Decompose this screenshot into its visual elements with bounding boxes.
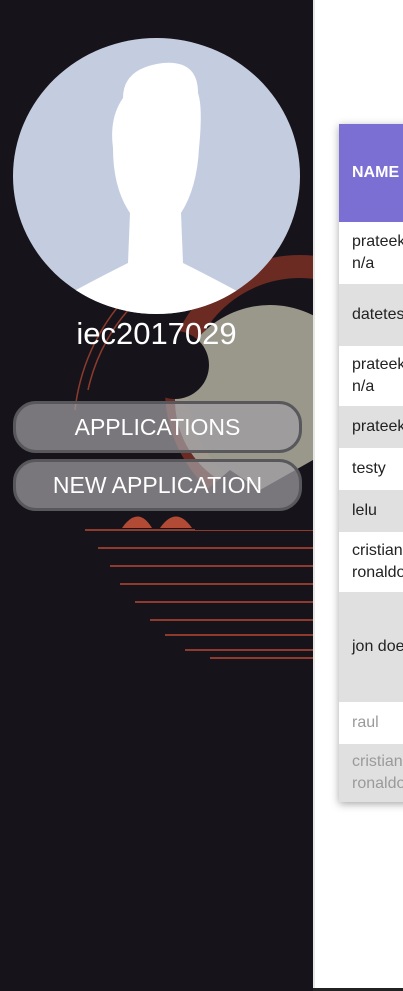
sidebar: iec2017029 APPLICATIONS NEW APPLICATION bbox=[0, 0, 313, 991]
name-cell-secondary: n/a bbox=[352, 378, 375, 395]
panel-divider bbox=[313, 0, 315, 991]
name-cell: raul bbox=[352, 714, 379, 731]
avatar bbox=[13, 38, 300, 314]
table-row[interactable]: prateek n/a bbox=[339, 346, 403, 406]
table-row[interactable]: lelu bbox=[339, 490, 403, 532]
applications-table: NAME prateek n/a datetest prateek n/a prat… bbox=[339, 124, 403, 802]
table-row[interactable]: cristiano ronaldo bbox=[339, 532, 403, 592]
column-header-name[interactable]: NAME bbox=[339, 124, 403, 222]
name-cell: lelu bbox=[352, 502, 377, 519]
name-cell-secondary: ronaldo bbox=[352, 564, 403, 581]
name-cell: jon doe bbox=[352, 638, 403, 655]
name-cell-secondary: ronaldo bbox=[352, 775, 403, 792]
user-silhouette-icon bbox=[58, 62, 253, 314]
table-row[interactable]: cristiano ronaldo bbox=[339, 744, 403, 802]
name-cell: prateek bbox=[352, 356, 403, 373]
name-cell: datetest bbox=[352, 306, 403, 323]
table-row[interactable]: raul bbox=[339, 702, 403, 744]
name-cell: prateek bbox=[352, 418, 403, 435]
name-cell: testy bbox=[352, 460, 386, 477]
table-row[interactable]: jon doe bbox=[339, 592, 403, 702]
name-cell: cristiano bbox=[352, 542, 403, 559]
table-row[interactable]: testy bbox=[339, 448, 403, 490]
table-row[interactable]: prateek bbox=[339, 406, 403, 448]
name-cell-secondary: n/a bbox=[352, 255, 375, 272]
name-cell: prateek bbox=[352, 233, 403, 250]
new-application-button[interactable]: NEW APPLICATION bbox=[13, 459, 302, 511]
name-cell: cristiano bbox=[352, 753, 403, 770]
username: iec2017029 bbox=[76, 316, 237, 351]
table-row[interactable]: datetest bbox=[339, 284, 403, 346]
table-row[interactable]: prateek n/a bbox=[339, 222, 403, 284]
applications-button[interactable]: APPLICATIONS bbox=[13, 401, 302, 453]
